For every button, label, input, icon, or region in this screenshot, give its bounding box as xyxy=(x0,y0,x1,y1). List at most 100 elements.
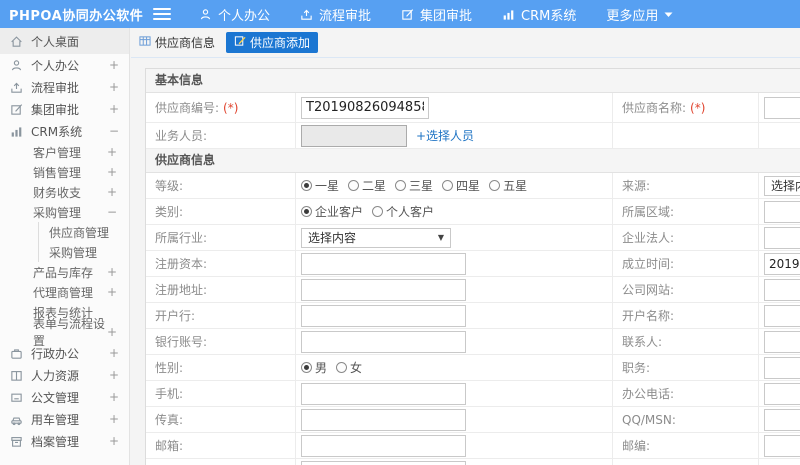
industry-select[interactable]: 选择内容 ▼ xyxy=(301,227,451,248)
sidebar: 个人桌面 个人办公 + 流程审批 + 集团审批 + CRM系统 − 客户管理 +… xyxy=(0,28,130,465)
section-basic-info: 基本信息 xyxy=(146,69,800,93)
sidebar-item-vehicle-mgmt[interactable]: 用车管理 + xyxy=(0,408,129,430)
legal-person-input[interactable] xyxy=(764,226,800,249)
radio-level-2[interactable]: 二星 xyxy=(348,177,386,194)
fax-label: 传真: xyxy=(155,413,184,427)
zipcode-label: 邮编: xyxy=(622,439,651,453)
region-input[interactable] xyxy=(764,200,800,223)
book-icon xyxy=(10,369,25,382)
edit-icon xyxy=(401,8,414,21)
region-label: 所属区域: xyxy=(622,205,675,219)
supplier-name-input[interactable] xyxy=(764,96,800,119)
sidebar-item-group-approval[interactable]: 集团审批 + xyxy=(0,98,129,120)
radio-individual-customer[interactable]: 个人客户 xyxy=(372,203,434,220)
registered-address-label: 注册地址: xyxy=(155,283,208,297)
nav-group-approval[interactable]: 集团审批 xyxy=(401,5,472,24)
form-row: 传真: QQ/MSN: xyxy=(146,407,800,433)
archive-icon xyxy=(10,435,25,448)
form-row: 注册地址: 公司网站: xyxy=(146,277,800,303)
nav-crm[interactable]: CRM系统 xyxy=(502,5,576,24)
form-row: 性别: 男 女 职务: xyxy=(146,355,800,381)
sidebar-item-purchase-mgmt[interactable]: 采购管理 − xyxy=(0,202,129,222)
level-radio-group: 一星 二星 三星 四星 五星 xyxy=(301,177,536,194)
office-phone-input[interactable] xyxy=(764,382,800,405)
table-icon xyxy=(139,35,151,50)
nav-more-apps[interactable]: 更多应用 xyxy=(606,5,673,24)
tab-supplier-add[interactable]: 供应商添加 xyxy=(226,32,319,53)
mobile-label: 手机: xyxy=(155,387,184,401)
website-input[interactable] xyxy=(764,278,800,301)
fax-input[interactable] xyxy=(301,408,466,431)
sidebar-item-process-approval[interactable]: 流程审批 + xyxy=(0,76,129,98)
category-label: 类别: xyxy=(155,205,184,219)
account-name-input[interactable] xyxy=(764,304,800,327)
tab-bar: 供应商信息 供应商添加 xyxy=(131,28,800,58)
registered-address-input[interactable] xyxy=(301,278,466,301)
sidebar-item-purchasing[interactable]: 采购管理 xyxy=(38,242,129,262)
sidebar-item-admin-office[interactable]: 行政办公 + xyxy=(0,342,129,364)
supplier-code-input[interactable] xyxy=(301,96,429,119)
source-select[interactable]: 选择内容▼ xyxy=(764,175,800,196)
sidebar-item-agent-mgmt[interactable]: 代理商管理 + xyxy=(0,282,129,302)
sidebar-item-form-flow-settings[interactable]: 表单与流程设置 + xyxy=(0,317,129,348)
sidebar-item-sales-mgmt[interactable]: 销售管理 + xyxy=(0,162,129,182)
sidebar-item-supplier-mgmt[interactable]: 供应商管理 xyxy=(38,222,129,242)
form-row: 业务人员: +选择人员 xyxy=(146,123,800,149)
sidebar-item-crm[interactable]: CRM系统 − xyxy=(0,120,129,142)
supplier-name-label: 供应商名称: (*) xyxy=(613,93,759,122)
caret-down-icon xyxy=(664,11,673,18)
contact-label: 联系人: xyxy=(622,335,663,349)
industry-label: 所属行业: xyxy=(155,231,208,245)
submit-icon xyxy=(300,8,313,21)
briefcase-icon xyxy=(10,347,25,360)
sidebar-item-personal-office[interactable]: 个人办公 + xyxy=(0,54,129,76)
radio-male[interactable]: 男 xyxy=(301,359,327,376)
radio-level-4[interactable]: 四星 xyxy=(442,177,480,194)
position-input[interactable] xyxy=(764,356,800,379)
form-row: 地址: xyxy=(146,459,800,465)
radio-enterprise-customer[interactable]: 企业客户 xyxy=(301,203,363,220)
sidebar-item-product-inventory[interactable]: 产品与库存 + xyxy=(0,262,129,282)
bank-input[interactable] xyxy=(301,304,466,327)
sidebar-item-finance[interactable]: 财务收支 + xyxy=(0,182,129,202)
email-input[interactable] xyxy=(301,434,466,457)
gender-radio-group: 男 女 xyxy=(301,359,371,376)
user-icon xyxy=(10,59,25,72)
zipcode-input[interactable] xyxy=(764,434,800,457)
submit-icon xyxy=(10,81,25,94)
required-mark: (*) xyxy=(223,100,239,115)
radio-level-5[interactable]: 五星 xyxy=(489,177,527,194)
qq-msn-input[interactable] xyxy=(764,408,800,431)
contact-input[interactable] xyxy=(764,330,800,353)
top-bar: PHPOA协同办公软件 个人办公 流程审批 集团审批 CRM系统 更多应用 xyxy=(0,0,800,28)
address-input[interactable] xyxy=(301,460,466,465)
sidebar-item-personal-desktop[interactable]: 个人桌面 xyxy=(0,28,129,54)
radio-level-3[interactable]: 三星 xyxy=(395,177,433,194)
sidebar-item-customer-mgmt[interactable]: 客户管理 + xyxy=(0,142,129,162)
sidebar-item-hr[interactable]: 人力资源 + xyxy=(0,364,129,386)
radio-female[interactable]: 女 xyxy=(336,359,362,376)
registered-capital-input[interactable] xyxy=(301,252,466,275)
nav-personal-office[interactable]: 个人办公 xyxy=(199,5,270,24)
choose-person-link[interactable]: +选择人员 xyxy=(416,127,474,144)
sales-person-input[interactable] xyxy=(301,124,407,147)
form-row: 等级: 一星 二星 三星 四星 五星 来源: 选择内容▼ xyxy=(146,173,800,199)
office-phone-label: 办公电话: xyxy=(622,387,675,401)
sidebar-item-archive-mgmt[interactable]: 档案管理 + xyxy=(0,430,129,452)
radio-level-1[interactable]: 一星 xyxy=(301,177,339,194)
form-row: 所属行业: 选择内容 ▼ 企业法人: xyxy=(146,225,800,251)
required-mark: (*) xyxy=(690,100,706,115)
bank-account-label: 银行账号: xyxy=(155,335,208,349)
menu-toggle-icon[interactable] xyxy=(153,7,171,21)
top-nav: 个人办公 流程审批 集团审批 CRM系统 更多应用 xyxy=(199,5,703,24)
form-row: 银行账号: 联系人: xyxy=(146,329,800,355)
edit-icon xyxy=(10,103,25,116)
founding-date-input[interactable] xyxy=(764,252,800,275)
bank-account-input[interactable] xyxy=(301,330,466,353)
legal-person-label: 企业法人: xyxy=(622,231,675,245)
nav-process-approval[interactable]: 流程审批 xyxy=(300,5,371,24)
tab-supplier-info[interactable]: 供应商信息 xyxy=(134,32,220,53)
sidebar-item-document-mgmt[interactable]: 公文管理 + xyxy=(0,386,129,408)
mobile-input[interactable] xyxy=(301,382,466,405)
form-row: 手机: 办公电话: xyxy=(146,381,800,407)
